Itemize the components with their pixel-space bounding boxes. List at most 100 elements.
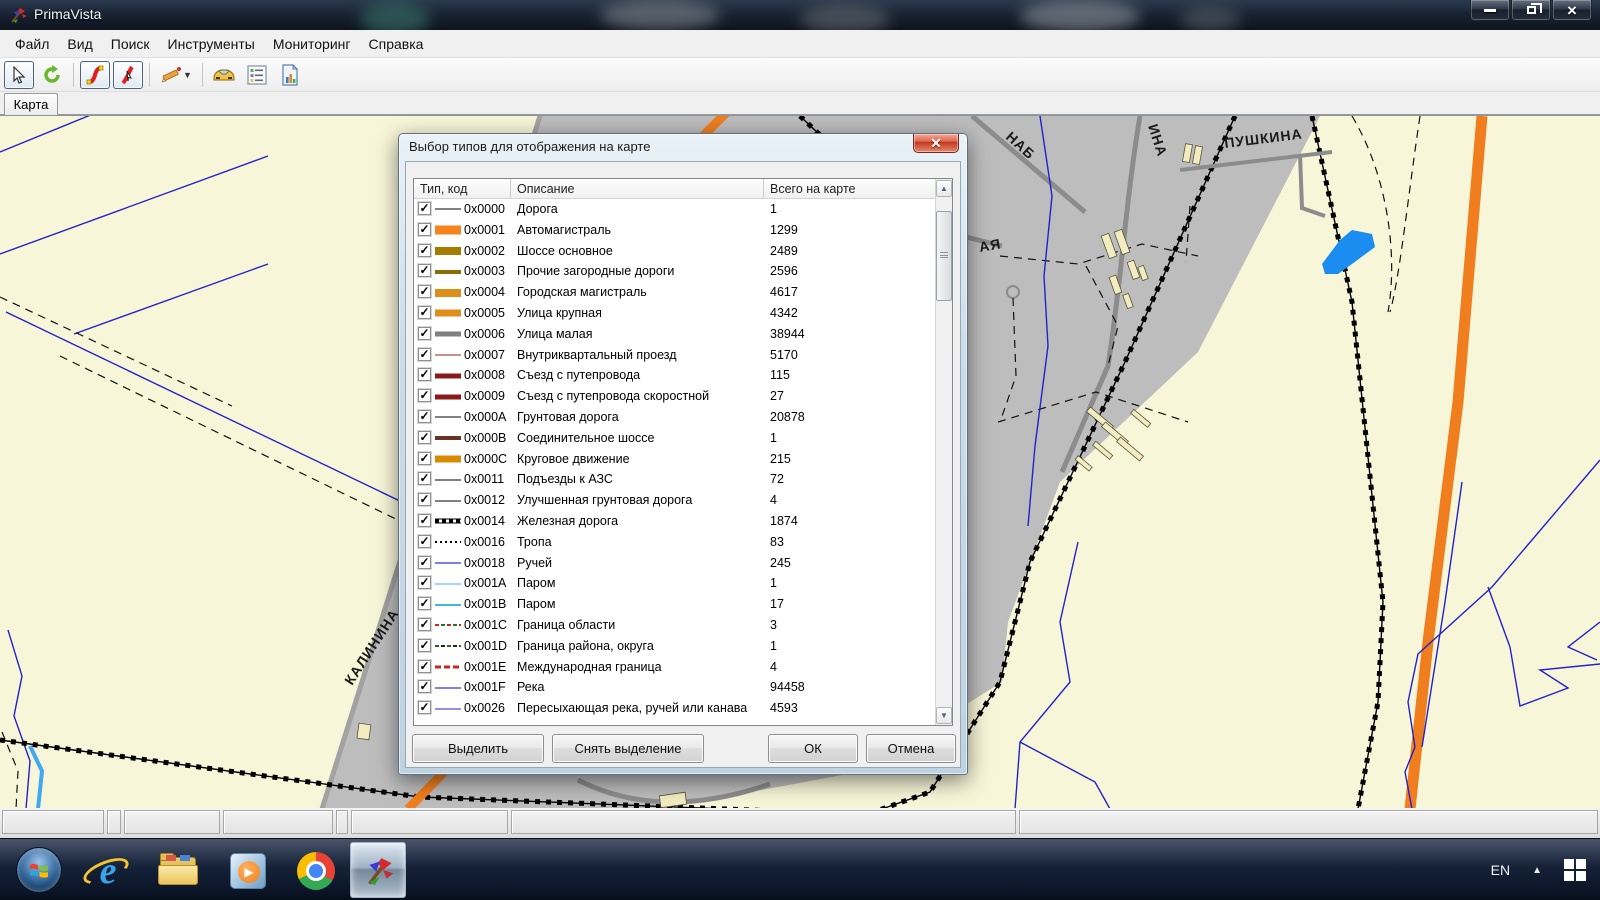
type-checkbox[interactable]: ✓ [418, 306, 431, 319]
type-row[interactable]: ✓0x001CГраница области3 [414, 615, 937, 636]
select-all-button[interactable]: Выделить [412, 734, 544, 763]
column-header-description[interactable]: Описание [511, 179, 764, 199]
type-checkbox[interactable]: ✓ [418, 348, 431, 361]
type-row[interactable]: ✓0x0009Съезд с путепровода скоростной27 [414, 386, 937, 407]
menu-file[interactable]: Файл [6, 32, 58, 56]
type-row[interactable]: ✓0x001EМеждународная граница4 [414, 657, 937, 678]
type-row[interactable]: ✓0x0026Пересыхающая река, ручей или кана… [414, 698, 937, 719]
select-cursor-button[interactable] [4, 61, 34, 89]
type-row[interactable]: ✓0x0016Тропа83 [414, 532, 937, 553]
type-row[interactable]: ✓0x001DГраница района, округа1 [414, 636, 937, 657]
route-pick-button[interactable] [113, 61, 143, 89]
type-checkbox[interactable]: ✓ [418, 639, 431, 652]
type-checkbox[interactable]: ✓ [418, 660, 431, 673]
type-row[interactable]: ✓0x0012Улучшенная грунтовая дорога4 [414, 490, 937, 511]
scroll-down-button[interactable]: ▼ [936, 707, 952, 724]
vehicle-button[interactable] [209, 61, 239, 89]
menu-tools[interactable]: Инструменты [159, 32, 264, 56]
draw-pencil-button[interactable]: ▼ [156, 61, 196, 89]
type-row[interactable]: ✓0x0002Шоссе основное2489 [414, 241, 937, 262]
start-button[interactable] [16, 847, 62, 893]
type-row[interactable]: ✓0x0008Съезд с путепровода115 [414, 365, 937, 386]
type-checkbox[interactable]: ✓ [418, 597, 431, 610]
cancel-button[interactable]: Отмена [866, 734, 956, 763]
taskbar-ie-icon[interactable]: e [88, 851, 128, 891]
scrollbar-thumb[interactable] [936, 211, 952, 301]
taskbar-mediaplayer-icon[interactable]: ▶ [228, 851, 268, 891]
type-checkbox[interactable]: ✓ [418, 556, 431, 569]
type-row[interactable]: ✓0x000BСоединительное шоссе1 [414, 428, 937, 449]
minimize-button[interactable] [1470, 0, 1510, 21]
restore-button[interactable] [1511, 0, 1551, 21]
menu-monitoring[interactable]: Мониторинг [264, 32, 360, 56]
type-checkbox[interactable]: ✓ [418, 701, 431, 714]
scroll-up-button[interactable]: ▲ [936, 180, 952, 197]
desktop-blur-blob [600, 0, 720, 30]
type-checkbox[interactable]: ✓ [418, 327, 431, 340]
type-checkbox[interactable]: ✓ [418, 472, 431, 485]
vertical-scrollbar[interactable]: ▲ ▼ [935, 179, 952, 725]
type-row[interactable]: ✓0x0006Улица малая38944 [414, 324, 937, 345]
type-row[interactable]: ✓0x0011Подъезды к АЗС72 [414, 469, 937, 490]
type-checkbox[interactable]: ✓ [418, 618, 431, 631]
type-row[interactable]: ✓0x0007Внутриквартальный проезд5170 [414, 345, 937, 366]
menu-search[interactable]: Поиск [102, 32, 159, 56]
menu-help[interactable]: Справка [360, 32, 433, 56]
type-row[interactable]: ✓0x0000Дорога1 [414, 199, 937, 220]
desktop-blur-blob [360, 2, 430, 30]
close-button[interactable]: × [1552, 0, 1592, 21]
type-checkbox[interactable]: ✓ [418, 368, 431, 381]
menu-view[interactable]: Вид [58, 32, 101, 56]
type-row[interactable]: ✓0x0001Автомагистраль1299 [414, 220, 937, 241]
type-row[interactable]: ✓0x0018Ручей245 [414, 553, 937, 574]
type-row[interactable]: ✓0x000CКруговое движение215 [414, 449, 937, 470]
pencil-icon [160, 65, 182, 85]
type-row[interactable]: ✓0x0004Городская магистраль4617 [414, 282, 937, 303]
taskbar-explorer-icon[interactable] [158, 851, 198, 891]
type-checkbox[interactable]: ✓ [418, 514, 431, 527]
type-code: 0x0005 [464, 306, 505, 320]
type-row[interactable]: ✓0x0014Железная дорога1874 [414, 511, 937, 532]
type-checkbox[interactable]: ✓ [418, 223, 431, 236]
type-checkbox[interactable]: ✓ [418, 410, 431, 423]
type-checkbox[interactable]: ✓ [418, 244, 431, 257]
type-row[interactable]: ✓0x001BПаром17 [414, 594, 937, 615]
type-checkbox[interactable]: ✓ [418, 202, 431, 215]
type-list[interactable]: Тип, код Описание Всего на карте ✓0x0000… [413, 178, 953, 726]
type-checkbox[interactable]: ✓ [418, 576, 431, 589]
type-checkbox[interactable]: ✓ [418, 431, 431, 444]
ok-button[interactable]: ОК [768, 734, 858, 763]
type-checkbox[interactable]: ✓ [418, 264, 431, 277]
type-row[interactable]: ✓0x0003Прочие загородные дороги2596 [414, 261, 937, 282]
deselect-all-button[interactable]: Снять выделение [552, 734, 704, 763]
tab-map[interactable]: Карта [4, 93, 58, 115]
taskbar-chrome-icon[interactable] [296, 851, 336, 891]
type-selection-dialog[interactable]: Выбор типов для отображения на карте ✕ Т… [398, 133, 968, 775]
type-checkbox[interactable]: ✓ [418, 680, 431, 693]
type-symbol-swatch [435, 209, 461, 210]
taskbar-primavista-active[interactable] [350, 842, 406, 898]
column-header-type-code[interactable]: Тип, код [414, 179, 511, 199]
type-checkbox[interactable]: ✓ [418, 285, 431, 298]
type-symbol-swatch [435, 310, 461, 317]
route-line-button[interactable] [80, 61, 110, 89]
type-row[interactable]: ✓0x001AПаром1 [414, 573, 937, 594]
type-row[interactable]: ✓0x0005Улица крупная4342 [414, 303, 937, 324]
report-chart-button[interactable] [275, 61, 305, 89]
refresh-button[interactable] [37, 61, 67, 89]
tray-expand-icon[interactable]: ▲ [1532, 865, 1542, 876]
type-checkbox[interactable]: ✓ [418, 452, 431, 465]
action-center-icon[interactable] [1564, 859, 1586, 881]
type-checkbox[interactable]: ✓ [418, 493, 431, 506]
type-checkbox[interactable]: ✓ [418, 535, 431, 548]
type-row[interactable]: ✓0x001FРека94458 [414, 677, 937, 698]
type-symbol-swatch [435, 354, 461, 355]
type-checkbox[interactable]: ✓ [418, 389, 431, 402]
language-indicator[interactable]: EN [1491, 862, 1510, 878]
column-header-total[interactable]: Всего на карте [764, 179, 937, 199]
dialog-close-button[interactable]: ✕ [913, 134, 959, 153]
list-header: Тип, код Описание Всего на карте [414, 179, 937, 199]
legend-list-button[interactable] [242, 61, 272, 89]
window-titlebar[interactable]: PrimaVista × [0, 0, 1600, 30]
type-row[interactable]: ✓0x000AГрунтовая дорога20878 [414, 407, 937, 428]
